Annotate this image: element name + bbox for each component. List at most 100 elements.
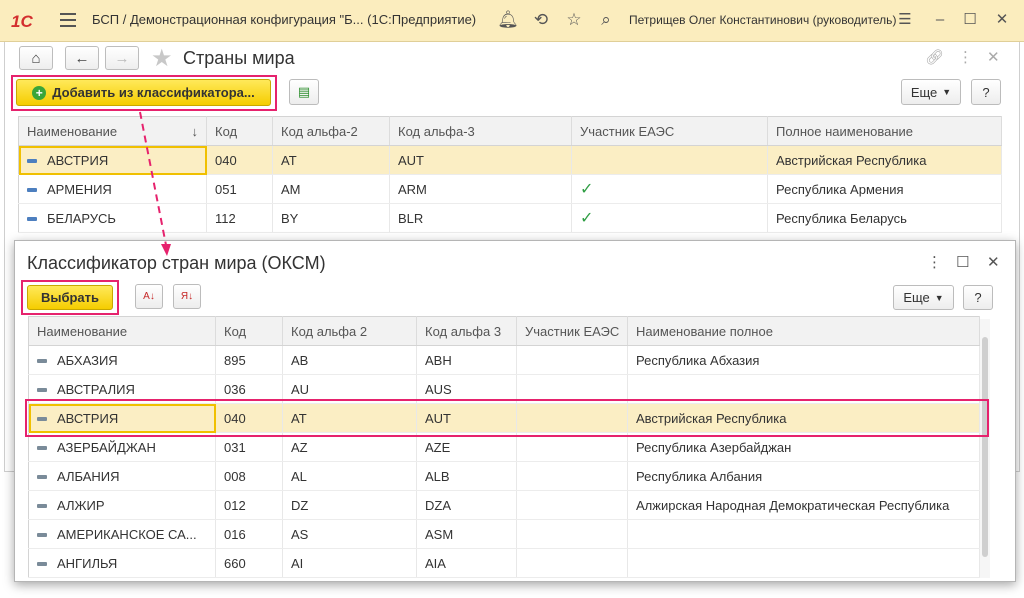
col-eaeu[interactable]: Участник ЕАЭС [571,116,768,146]
cell-alpha3[interactable]: ABH [416,345,517,375]
cell-alpha3[interactable]: AUT [389,145,572,175]
cell-full-name[interactable] [627,519,980,549]
cell-name[interactable]: АРМЕНИЯ [18,174,207,204]
sort-ascending-icon[interactable]: А↓ [135,284,163,309]
cell-alpha3[interactable]: ARM [389,174,572,204]
sort-descending-icon[interactable]: Я↓ [173,284,201,309]
select-button[interactable]: Выбрать [27,285,113,310]
dialog-more-vert-icon[interactable]: ⋮ [927,253,942,271]
add-from-classifier-button[interactable]: + Добавить из классификатора... [16,79,271,106]
cell-alpha2[interactable]: AB [282,345,417,375]
cell-alpha2[interactable]: BY [272,203,390,233]
table-header-row: Наименование Код Код альфа 2 Код альфа 3… [28,316,980,346]
current-user[interactable]: Петрищев Олег Константинович (руководите… [629,13,896,27]
cell-alpha3[interactable]: ALB [416,461,517,491]
forward-button[interactable]: → [105,46,139,70]
maximize-icon[interactable]: ☐ [960,10,980,30]
col-name[interactable]: Наименование [28,316,216,346]
history-icon[interactable]: ⟲ [530,9,552,31]
cell-alpha3[interactable]: DZA [416,490,517,520]
cell-code[interactable]: 112 [206,203,273,233]
table-row[interactable]: АЛБАНИЯ 008 AL ALB Республика Албания [28,461,980,491]
settings-icon[interactable]: ☰ [895,10,915,30]
table-row[interactable]: АМЕРИКАНСКОЕ СА... 016 AS ASM [28,519,980,549]
cell-full-name[interactable]: Республика Абхазия [627,345,980,375]
cell-name[interactable]: АНГИЛЬЯ [28,548,216,578]
table-row[interactable]: АРМЕНИЯ 051 AM ARM ✓ Республика Армения [18,174,1002,204]
bell-icon[interactable]: 🔔︎ [497,9,519,31]
cell-alpha2[interactable]: AS [282,519,417,549]
cell-code[interactable]: 660 [215,548,283,578]
cell-full-name[interactable]: Австрийская Республика [767,145,1002,175]
dialog-close-icon[interactable]: ✕ [987,253,1000,271]
help-button[interactable]: ? [971,79,1001,105]
cell-code[interactable]: 040 [206,145,273,175]
cell-name[interactable]: БЕЛАРУСЬ [18,203,207,233]
dialog-scrollbar[interactable] [980,319,990,578]
more-button[interactable]: Еще ▼ [901,79,961,105]
cell-eaeu[interactable] [516,548,628,578]
create-document-icon[interactable]: ▤ [289,79,319,105]
cell-code[interactable]: 012 [215,490,283,520]
cell-alpha2[interactable]: AT [272,145,390,175]
dialog-more-button[interactable]: Еще ▼ [893,285,954,310]
col-alpha2[interactable]: Код альфа 2 [282,316,417,346]
search-icon[interactable]: ⌕ [595,9,617,31]
cell-eaeu[interactable] [516,490,628,520]
table-row[interactable]: АБХАЗИЯ 895 AB ABH Республика Абхазия [28,345,980,375]
cell-eaeu[interactable] [516,461,628,491]
cell-code[interactable]: 051 [206,174,273,204]
col-full-name[interactable]: Полное наименование [767,116,1002,146]
col-code[interactable]: Код [215,316,283,346]
col-full-name[interactable]: Наименование полное [627,316,980,346]
cell-eaeu[interactable]: ✓ [571,203,768,233]
table-row[interactable]: АВСТРИЯ 040 AT AUT Австрийская Республик… [18,145,1002,175]
cell-name[interactable]: АМЕРИКАНСКОЕ СА... [28,519,216,549]
table-row[interactable]: АНГИЛЬЯ 660 AI AIA [28,548,980,578]
cell-name[interactable]: АБХАЗИЯ [28,345,216,375]
cell-code[interactable]: 895 [215,345,283,375]
close-icon[interactable]: ✕ [992,10,1012,30]
cell-eaeu[interactable]: ✓ [571,174,768,204]
cell-name[interactable]: АВСТРИЯ [18,145,207,175]
cell-name[interactable]: АЛЖИР [28,490,216,520]
home-button[interactable]: ⌂ [19,46,53,70]
cell-full-name[interactable]: Республика Армения [767,174,1002,204]
cell-full-name[interactable]: Республика Беларусь [767,203,1002,233]
dialog-maximize-icon[interactable]: ☐ [956,253,969,271]
dialog-help-button[interactable]: ? [963,285,993,310]
cell-full-name[interactable]: Республика Албания [627,461,980,491]
minimize-icon[interactable]: – [930,10,950,30]
bookmark-star-icon[interactable]: ★ [151,44,173,73]
form-close-icon[interactable]: ✕ [987,48,1000,66]
more-vert-icon[interactable]: ⋮ [958,48,973,66]
table-row[interactable]: АЛЖИР 012 DZ DZA Алжирская Народная Демократ… [28,490,980,520]
table-row[interactable]: БЕЛАРУСЬ 112 BY BLR ✓ Республика Беларус… [18,203,1002,233]
col-eaeu[interactable]: Участник ЕАЭС [516,316,628,346]
cell-full-name[interactable] [627,548,980,578]
cell-eaeu[interactable] [516,345,628,375]
cell-code[interactable]: 016 [215,519,283,549]
cell-code[interactable]: 008 [215,461,283,491]
link-icon[interactable]: 🔗︎ [925,48,944,66]
col-code[interactable]: Код [206,116,273,146]
cell-alpha3[interactable]: ASM [416,519,517,549]
cell-name[interactable]: АЛБАНИЯ [28,461,216,491]
favorites-star-icon[interactable]: ☆ [563,9,585,31]
back-button[interactable]: ← [65,46,99,70]
cell-alpha2[interactable]: DZ [282,490,417,520]
cell-eaeu[interactable] [571,145,768,175]
cell-alpha2[interactable]: AM [272,174,390,204]
col-alpha2[interactable]: Код альфа-2 [272,116,390,146]
col-alpha3[interactable]: Код альфа 3 [416,316,517,346]
cell-alpha3[interactable]: AIA [416,548,517,578]
cell-full-name[interactable]: Алжирская Народная Демократическая Респу… [627,490,980,520]
cell-alpha3[interactable]: BLR [389,203,572,233]
col-name[interactable]: Наименование ↓ [18,116,207,146]
col-alpha3[interactable]: Код альфа-3 [389,116,572,146]
menu-icon[interactable] [60,13,76,27]
cell-alpha2[interactable]: AL [282,461,417,491]
cell-eaeu[interactable] [516,519,628,549]
scrollbar-thumb[interactable] [982,337,988,557]
cell-alpha2[interactable]: AI [282,548,417,578]
